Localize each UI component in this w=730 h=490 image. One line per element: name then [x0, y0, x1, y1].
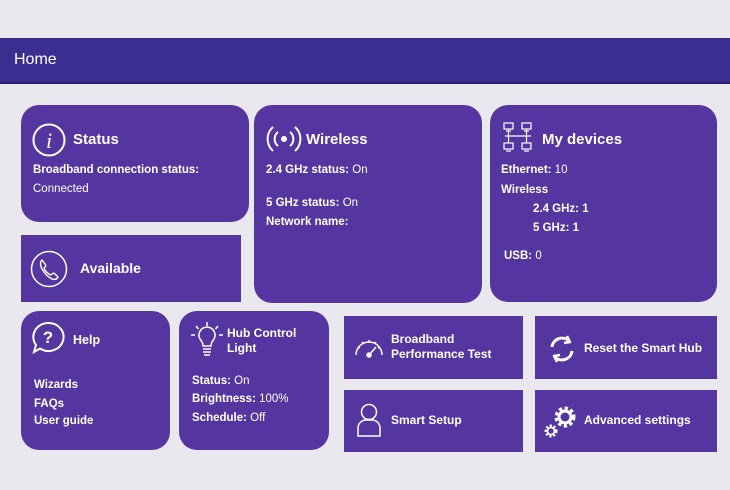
performance-test-line2: Performance Test	[391, 347, 492, 361]
ghz24-devices: 2.4 GHz: 1	[533, 203, 589, 215]
ghz5-status-label: 5 GHz status:	[266, 197, 340, 209]
wireless-devices-label: Wireless	[501, 184, 549, 196]
hub-light-schedule: Schedule: Off	[192, 411, 265, 425]
devices-tile[interactable]: My devices Ethernet: 10 Wireless 2.4 GHz…	[490, 105, 717, 302]
usb-value: 0	[532, 250, 542, 262]
svg-text:i: i	[46, 128, 52, 153]
help-link-faqs[interactable]: FAQs	[34, 397, 64, 411]
smart-setup-button[interactable]: Smart Setup	[344, 390, 523, 452]
wireless-title: Wireless	[306, 131, 368, 148]
info-icon: i	[32, 123, 66, 157]
usb-count: USB: 0	[504, 249, 542, 263]
gears-icon	[543, 403, 579, 439]
usb-label: USB:	[504, 250, 533, 262]
connection-status-label: Broadband connection status:	[33, 164, 200, 176]
ghz5-devices: 5 GHz: 1	[533, 222, 580, 234]
person-icon	[356, 403, 382, 437]
help-link-user-guide[interactable]: User guide	[34, 414, 93, 428]
network-devices-icon	[503, 122, 533, 152]
help-tile[interactable]: ? Help Wizards FAQs User guide	[21, 311, 170, 450]
hub-light-title-line1: Hub Control	[227, 326, 297, 340]
connection-status-value: Connected	[33, 183, 89, 195]
performance-test-line1: Broadband	[391, 332, 455, 346]
hub-light-status: Status: On	[192, 374, 250, 388]
ghz24-status-value: On	[349, 164, 368, 176]
hub-light-schedule-value: Off	[246, 412, 266, 424]
wireless-icon	[265, 124, 303, 154]
hub-light-status-label: Status:	[192, 375, 231, 387]
help-icon: ?	[31, 321, 65, 355]
performance-test-button[interactable]: Broadband Performance Test	[344, 316, 523, 379]
phone-icon	[30, 250, 68, 288]
advanced-settings-button[interactable]: Advanced settings	[535, 390, 717, 452]
hub-light-schedule-label: Schedule:	[192, 412, 247, 424]
reset-hub-label: Reset the Smart Hub	[584, 341, 703, 355]
page-title: Home	[14, 51, 57, 68]
hub-light-status-value: On	[230, 375, 250, 387]
hub-light-title-line2: Light	[227, 341, 257, 355]
phone-tile[interactable]: Available	[21, 235, 241, 302]
ethernet-count: Ethernet: 10	[501, 163, 567, 177]
lightbulb-icon	[190, 321, 224, 359]
speedometer-icon	[353, 333, 385, 361]
svg-text:?: ?	[43, 328, 53, 347]
hub-light-brightness-value: 100%	[255, 393, 289, 405]
status-title: Status	[73, 131, 119, 148]
hub-light-tile[interactable]: Hub Control Light Status: On Brightness:…	[179, 311, 329, 450]
ghz5-status: 5 GHz status: On	[266, 196, 358, 210]
help-link-wizards[interactable]: Wizards	[34, 378, 78, 392]
smart-setup-label: Smart Setup	[391, 413, 462, 427]
devices-title: My devices	[542, 131, 623, 148]
ghz5-status-value: On	[339, 197, 359, 209]
refresh-icon	[547, 334, 577, 364]
top-bar: Home	[0, 38, 730, 84]
reset-hub-button[interactable]: Reset the Smart Hub	[535, 316, 717, 379]
ghz24-status: 2.4 GHz status: On	[266, 163, 368, 177]
network-name-label: Network name:	[266, 216, 349, 228]
status-tile[interactable]: i Status Broadband connection status: Co…	[21, 105, 249, 222]
ghz24-status-label: 2.4 GHz status:	[266, 164, 350, 176]
phone-status-label: Available	[80, 260, 141, 276]
help-title: Help	[73, 333, 101, 347]
advanced-settings-label: Advanced settings	[584, 413, 691, 427]
hub-light-brightness-label: Brightness:	[192, 393, 256, 405]
ethernet-value: 10	[551, 164, 568, 176]
hub-light-brightness: Brightness: 100%	[192, 392, 289, 406]
ethernet-label: Ethernet:	[501, 164, 552, 176]
wireless-tile[interactable]: Wireless 2.4 GHz status: On 5 GHz status…	[254, 105, 482, 303]
